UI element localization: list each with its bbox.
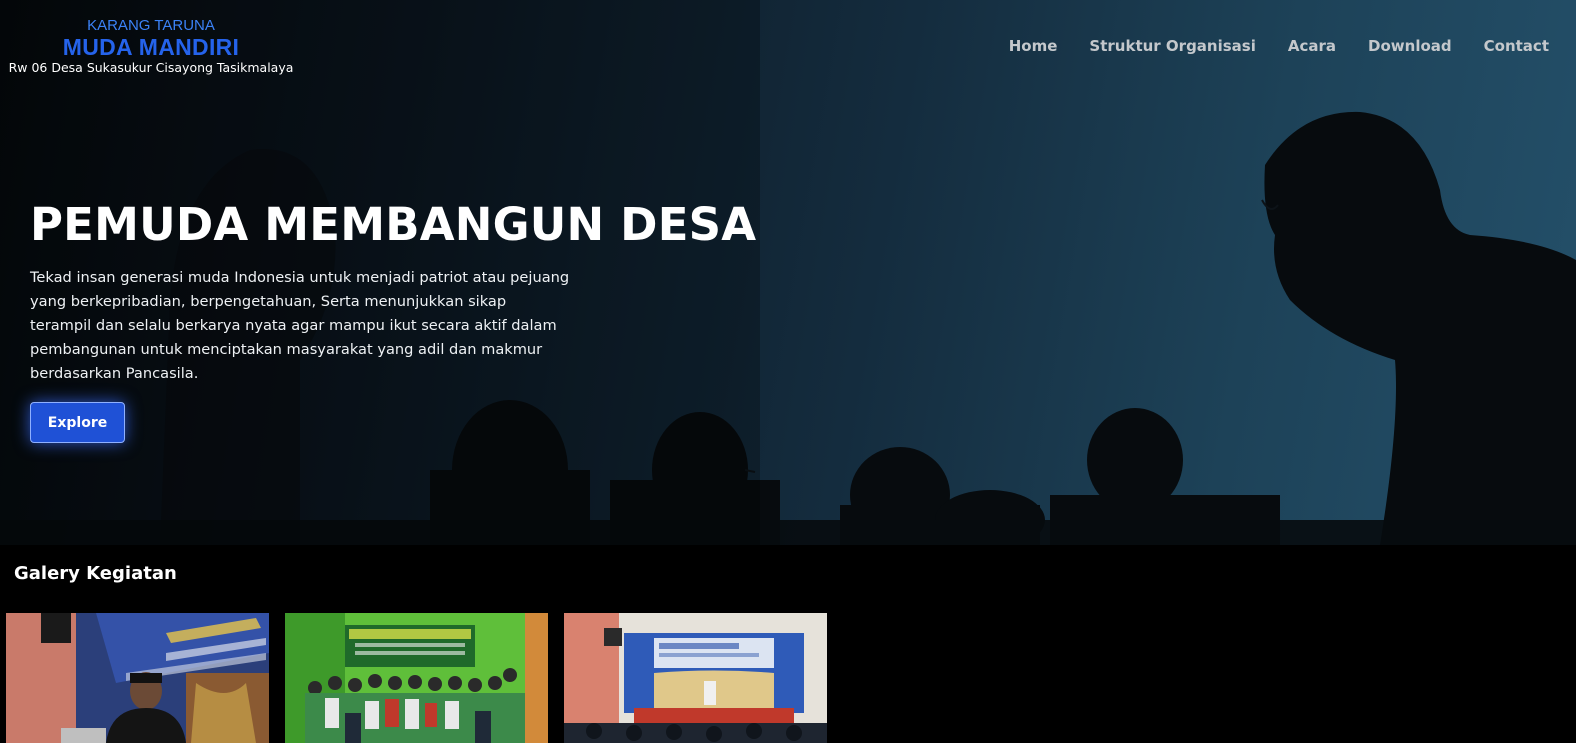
main-nav: Home Struktur Organisasi Acara Download … (1009, 36, 1549, 56)
hero-description: Tekad insan generasi muda Indonesia untu… (30, 269, 570, 382)
hero-title: PEMUDA MEMBANGUN DESA (30, 198, 757, 251)
explore-button[interactable]: Explore (30, 402, 125, 443)
gallery-photo-3-image (564, 613, 827, 743)
nav-contact-link[interactable]: Contact (1484, 36, 1549, 56)
gallery-photo-2-image (285, 613, 548, 743)
nav-download-link[interactable]: Download (1368, 36, 1452, 56)
hero-section: KARANG TARUNA MUDA MANDIRI Rw 06 Desa Su… (0, 0, 1576, 545)
brand-logo[interactable]: KARANG TARUNA MUDA MANDIRI Rw 06 Desa Su… (0, 17, 302, 77)
brand-subtitle: KARANG TARUNA (87, 17, 215, 34)
gallery-photo-1-image (6, 613, 269, 743)
brand-location: Rw 06 Desa Sukasukur Cisayong Tasikmalay… (8, 60, 294, 75)
nav-struktur-organisasi-link[interactable]: Struktur Organisasi (1089, 36, 1255, 56)
gallery-title: Galery Kegiatan (14, 563, 177, 584)
gallery-image-3[interactable] (564, 613, 827, 743)
nav-acara-link[interactable]: Acara (1288, 36, 1336, 56)
gallery-image-1[interactable] (6, 613, 269, 743)
nav-home-link[interactable]: Home (1009, 36, 1058, 56)
gallery-image-2[interactable] (285, 613, 548, 743)
brand-title: MUDA MANDIRI (62, 34, 240, 60)
